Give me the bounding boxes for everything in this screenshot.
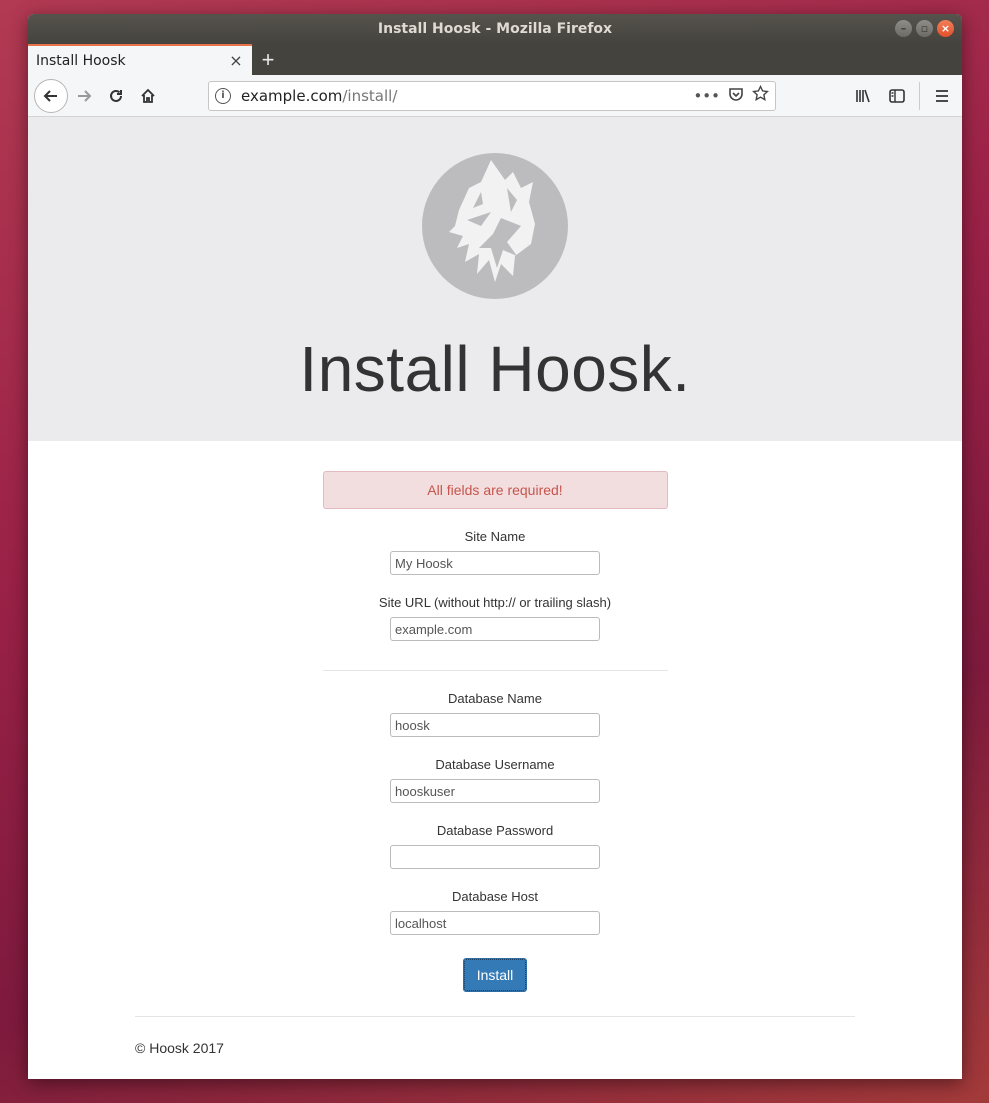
tab-close-icon[interactable]: × [228,51,244,70]
reload-button[interactable] [100,80,132,112]
db-name-label: Database Name [448,691,542,706]
tab-label: Install Hoosk [36,52,126,69]
install-form: All fields are required! Site Name Site … [322,471,668,992]
copyright-text: © Hoosk 2017 [135,1040,224,1056]
home-icon [141,88,155,103]
db-host-group: Database Host [323,889,668,935]
db-host-input[interactable] [390,911,600,935]
site-name-label: Site Name [464,529,526,544]
sidebar-button[interactable] [881,80,913,112]
back-arrow-icon [43,89,57,102]
address-bar[interactable]: i example.com /install/ ••• [208,80,776,111]
pocket-icon[interactable] [728,86,744,106]
library-button[interactable] [847,80,879,112]
site-name-group: Site Name [323,529,668,575]
site-name-input[interactable] [390,551,600,575]
forward-arrow-icon [78,89,92,102]
db-username-label: Database Username [435,757,555,772]
db-username-input[interactable] [390,779,600,803]
toolbar-right [847,80,958,112]
reload-icon [110,89,122,102]
site-url-group: Site URL (without http:// or trailing sl… [323,595,668,641]
db-password-label: Database Password [436,823,554,838]
install-button[interactable]: Install [462,958,528,992]
title-bar: Install Hoosk - Mozilla Firefox – ▫ × [28,14,962,44]
home-button[interactable] [132,80,164,112]
db-username-group: Database Username [323,757,668,803]
navigation-toolbar: i example.com /install/ ••• [28,75,962,117]
browser-window: Install Hoosk - Mozilla Firefox – ▫ × In… [28,14,962,1079]
hoosk-wolf-logo [422,153,568,299]
site-url-input[interactable] [390,617,600,641]
submit-row: Install [323,958,668,992]
page-actions-icon[interactable]: ••• [693,87,720,105]
toolbar-separator [919,81,920,110]
db-password-group: Database Password [323,823,668,869]
error-alert: All fields are required! [322,471,668,509]
db-name-group: Database Name [323,691,668,737]
site-url-label: Site URL (without http:// or trailing sl… [378,595,612,610]
library-icon [856,89,870,102]
db-password-input[interactable] [390,845,600,869]
url-path: /install/ [342,86,398,105]
forward-button[interactable] [68,80,100,112]
tab-strip: Install Hoosk × + [28,44,962,75]
sidebar-icon [889,88,905,103]
maximize-button[interactable]: ▫ [916,20,933,37]
hamburger-menu-icon [936,89,948,102]
close-window-button[interactable]: × [937,20,954,37]
menu-button[interactable] [926,80,958,112]
page-heading: Install Hoosk. [299,333,691,405]
db-name-input[interactable] [390,713,600,737]
window-controls: – ▫ × [895,20,954,37]
form-divider [322,670,668,671]
db-host-label: Database Host [452,889,538,904]
url-host: example.com [241,86,343,105]
site-info-icon[interactable]: i [215,87,231,104]
page-footer: © Hoosk 2017 [135,1016,855,1056]
minimize-button[interactable]: – [895,20,912,37]
new-tab-button[interactable]: + [252,44,284,75]
back-button[interactable] [34,78,68,113]
bookmark-star-icon[interactable] [752,84,769,106]
window-title: Install Hoosk - Mozilla Firefox [377,21,613,37]
page-header: Install Hoosk. [28,117,962,441]
tab-install-hoosk[interactable]: Install Hoosk × [28,44,252,75]
